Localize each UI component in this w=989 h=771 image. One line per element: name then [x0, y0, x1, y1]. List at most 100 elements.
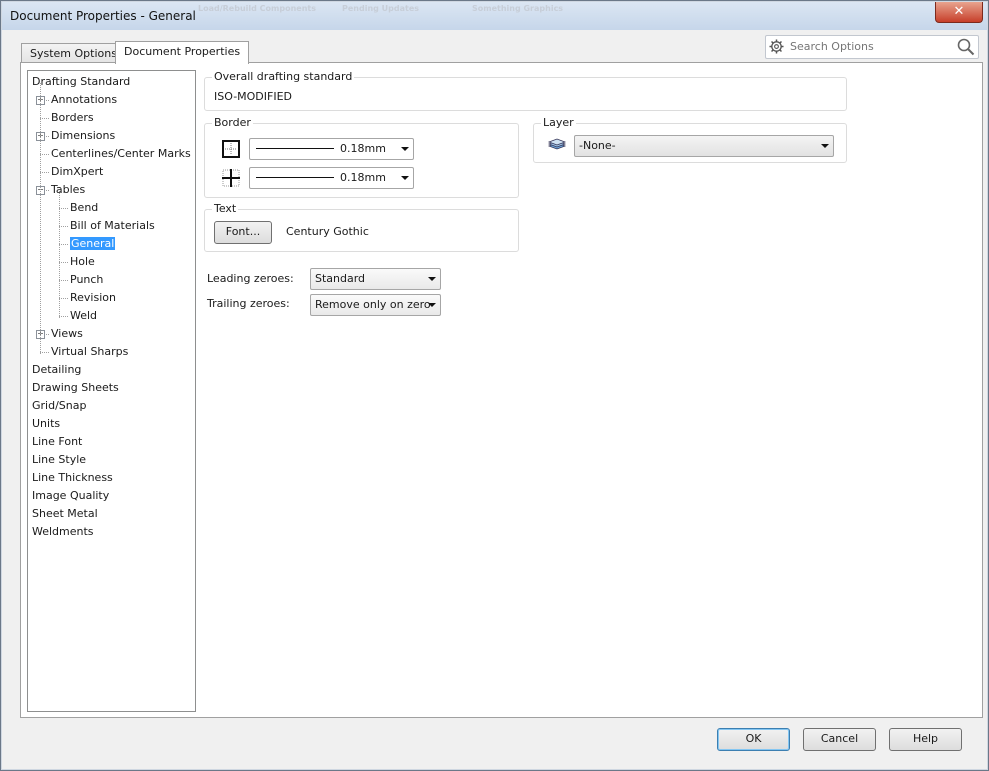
tree-connector: [40, 118, 49, 119]
tree-item[interactable]: Units: [32, 415, 60, 432]
tree-item[interactable]: Grid/Snap: [32, 397, 86, 414]
tree-item[interactable]: Views: [51, 325, 83, 342]
tree-item[interactable]: Drafting Standard: [32, 73, 130, 90]
title-bar[interactable]: Document Properties - General Load/Rebui…: [2, 2, 987, 30]
tree-connector: [59, 316, 68, 317]
chevron-down-icon: [401, 147, 409, 151]
inner-border-value: 0.18mm: [340, 171, 386, 184]
tree-item[interactable]: Hole: [70, 253, 95, 270]
search-input[interactable]: [788, 39, 952, 54]
tree-item[interactable]: Annotations: [51, 91, 117, 108]
dialog-client: System Options Document Properties Searc…: [9, 31, 983, 765]
tree-item[interactable]: Dimensions: [51, 127, 115, 144]
tree-item-label: Line Style: [32, 453, 87, 466]
trailing-zeroes-select[interactable]: Remove only on zero: [310, 294, 441, 316]
group-title: Text: [212, 202, 239, 215]
inner-border-thickness-select[interactable]: 0.18mm: [249, 167, 414, 189]
gear-icon: [769, 39, 784, 54]
leading-zeroes-value: Standard: [315, 272, 366, 285]
tree-item-label: Virtual Sharps: [51, 345, 129, 358]
overall-standard-group: Overall drafting standard ISO-MODIFIED: [204, 70, 847, 111]
help-button[interactable]: Help: [889, 728, 962, 751]
tree-item-label: Line Thickness: [32, 471, 113, 484]
font-button[interactable]: Font...: [214, 221, 272, 244]
group-title: Overall drafting standard: [212, 70, 355, 83]
tree-item-label: Detailing: [32, 363, 82, 376]
tree-item-label: Weldments: [32, 525, 94, 538]
outer-border-icon: [222, 140, 240, 158]
tree-item[interactable]: Weldments: [32, 523, 94, 540]
leading-zeroes-select[interactable]: Standard: [310, 268, 441, 290]
layer-value: -None-: [579, 139, 616, 152]
background-ghost-text: Load/Rebuild Components: [198, 4, 316, 13]
font-name: Century Gothic: [286, 225, 369, 238]
magnifier-icon[interactable]: [957, 38, 975, 56]
tree-item-label: Annotations: [51, 93, 118, 106]
layers-icon: [547, 138, 567, 150]
trailing-zeroes-label: Trailing zeroes:: [207, 297, 290, 310]
ok-button[interactable]: OK: [717, 728, 790, 751]
options-tree[interactable]: Drafting Standard Annotations + Borders Dime…: [27, 70, 196, 712]
search-box[interactable]: [765, 35, 979, 59]
tree-item[interactable]: Borders: [51, 109, 94, 126]
background-ghost-text: Something Graphics: [472, 4, 564, 13]
chevron-down-icon: [821, 144, 829, 148]
tree-connector: [59, 226, 68, 227]
tree-item[interactable]: Sheet Metal: [32, 505, 98, 522]
chevron-down-icon: [428, 303, 436, 307]
tree-connector: [59, 208, 68, 209]
tab-document-properties[interactable]: Document Properties: [115, 41, 250, 64]
chevron-down-icon: [428, 277, 436, 281]
layer-select[interactable]: -None-: [574, 135, 834, 157]
tree-item-label: Sheet Metal: [32, 507, 98, 520]
tree-item-label: Weld: [70, 309, 98, 322]
tree-item[interactable]: Tables: [51, 181, 85, 198]
tree-item-label: Borders: [51, 111, 94, 124]
outer-border-thickness-select[interactable]: 0.18mm: [249, 138, 414, 160]
close-button[interactable]: ✕: [935, 2, 983, 23]
tree-connector: [59, 244, 68, 245]
tree-item[interactable]: Image Quality: [32, 487, 109, 504]
tree-item-label: Grid/Snap: [32, 399, 87, 412]
dialog-window: Document Properties - General Load/Rebui…: [0, 0, 989, 771]
tree-item-label: Drafting Standard: [32, 75, 131, 88]
tree-item[interactable]: Detailing: [32, 361, 81, 378]
trailing-zeroes-value: Remove only on zero: [315, 298, 431, 311]
tree-item-label: Tables: [51, 183, 86, 196]
tree-item-label: Image Quality: [32, 489, 110, 502]
tree-item[interactable]: DimXpert: [51, 163, 103, 180]
tab-label: System Options: [30, 47, 117, 60]
tab-system-options[interactable]: System Options: [21, 43, 126, 64]
tree-item[interactable]: Drawing Sheets: [32, 379, 119, 396]
window-title: Document Properties - General: [10, 9, 196, 23]
tree-item[interactable]: Punch: [70, 271, 103, 288]
tree-item[interactable]: Bend: [70, 199, 98, 216]
tab-label: Document Properties: [124, 45, 241, 58]
tree-item-label: Punch: [70, 273, 104, 286]
background-ghost-text: Pending Updates: [342, 4, 420, 13]
tree-item[interactable]: General: [70, 235, 116, 252]
tree-item[interactable]: Line Style: [32, 451, 86, 468]
outer-border-value: 0.18mm: [340, 142, 386, 155]
tree-item[interactable]: Revision: [70, 289, 116, 306]
tree-item-label: DimXpert: [51, 165, 104, 178]
layer-group: Layer -None-: [533, 116, 847, 163]
tree-connector: [59, 262, 68, 263]
tree-item[interactable]: Centerlines/Center Marks: [51, 145, 191, 162]
tree-connector: [59, 280, 68, 281]
tree-item[interactable]: Weld: [70, 307, 97, 324]
tree-item[interactable]: Line Font: [32, 433, 82, 450]
tree-item[interactable]: Line Thickness: [32, 469, 113, 486]
tree-connector: [40, 83, 41, 354]
chevron-down-icon: [401, 176, 409, 180]
properties-panel: Drafting Standard Annotations + Borders Dime…: [20, 62, 983, 718]
line-sample: [256, 177, 334, 178]
tree-item-label: Centerlines/Center Marks: [51, 147, 191, 160]
inner-border-icon: [222, 169, 240, 187]
tree-item[interactable]: Virtual Sharps: [51, 343, 128, 360]
cancel-button[interactable]: Cancel: [803, 728, 876, 751]
tree-item[interactable]: Bill of Materials: [70, 217, 155, 234]
tree-item-label: Dimensions: [51, 129, 116, 142]
border-group: Border 0.18mm 0.18mm: [204, 116, 519, 198]
tree-item-label: Drawing Sheets: [32, 381, 119, 394]
